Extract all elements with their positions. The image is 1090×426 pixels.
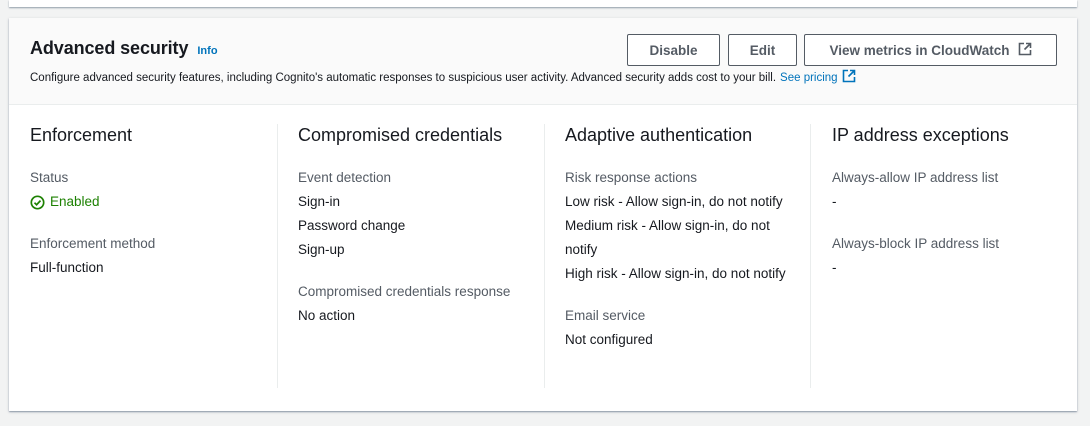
email-service-value: Not configured xyxy=(565,332,653,347)
credentials-response-label: Compromised credentials response xyxy=(298,284,511,299)
allow-list-label: Always-allow IP address list xyxy=(832,170,999,185)
risk-item: Medium risk - Allow sign-in, do not noti… xyxy=(565,218,770,257)
see-pricing-label: See pricing xyxy=(780,71,838,84)
risk-actions-label: Risk response actions xyxy=(565,170,698,185)
enforcement-title: Enforcement xyxy=(30,125,133,145)
event-detection-field: Event detection Sign-in Password change … xyxy=(298,166,544,262)
advanced-security-panel: Advanced security Info Configure advance… xyxy=(9,18,1077,411)
risk-actions-field: Risk response actions Low risk - Allow s… xyxy=(565,166,810,286)
description-text: Configure advanced security features, in… xyxy=(30,71,777,84)
risk-item: High risk - Allow sign-in, do not notify xyxy=(565,266,786,281)
check-circle-icon xyxy=(30,194,45,210)
panel-title: Advanced security xyxy=(30,38,189,58)
method-label: Enforcement method xyxy=(30,236,156,251)
status-badge: Enabled xyxy=(30,190,277,214)
credentials-response-value: No action xyxy=(298,308,356,323)
ip-title: IP address exceptions xyxy=(832,125,1009,145)
allow-list-field: Always-allow IP address list - xyxy=(832,166,1060,214)
disable-button[interactable]: Disable xyxy=(627,34,720,66)
method-value: Full-function xyxy=(30,260,104,275)
block-list-field: Always-block IP address list - xyxy=(832,232,1060,280)
see-pricing-link[interactable]: See pricing xyxy=(780,69,856,86)
block-list-value: - xyxy=(832,260,837,275)
external-link-icon xyxy=(842,69,856,86)
method-field: Enforcement method Full-function xyxy=(30,232,277,280)
adaptive-title: Adaptive authentication xyxy=(565,125,753,145)
email-service-field: Email service Not configured xyxy=(565,304,810,352)
edit-button[interactable]: Edit xyxy=(728,34,797,66)
event-item: Sign-up xyxy=(298,242,345,257)
email-service-label: Email service xyxy=(565,308,646,323)
info-link[interactable]: Info xyxy=(197,45,217,57)
event-detection-label: Event detection xyxy=(298,170,392,185)
enforcement-column: Enforcement Status Enabled Enforcement m… xyxy=(30,124,277,388)
event-item: Sign-in xyxy=(298,194,341,209)
compromised-title: Compromised credentials xyxy=(298,125,503,145)
title-row: Advanced security Info xyxy=(30,38,218,59)
status-label: Status xyxy=(30,170,69,185)
risk-item: Low risk - Allow sign-in, do not notify xyxy=(565,194,783,209)
block-list-label: Always-block IP address list xyxy=(832,236,1000,251)
status-value: Enabled xyxy=(50,194,100,209)
compromised-credentials-column: Compromised credentials Event detection … xyxy=(277,124,544,388)
status-field: Status Enabled xyxy=(30,166,277,214)
external-link-icon xyxy=(1018,42,1032,59)
allow-list-value: - xyxy=(832,194,837,209)
credentials-response-field: Compromised credentials response No acti… xyxy=(298,280,544,328)
ip-exceptions-column: IP address exceptions Always-allow IP ad… xyxy=(810,124,1060,388)
details-columns: Enforcement Status Enabled Enforcement m… xyxy=(9,124,1077,394)
view-metrics-button[interactable]: View metrics in CloudWatch xyxy=(804,34,1057,66)
adaptive-authentication-column: Adaptive authentication Risk response ac… xyxy=(544,124,810,388)
panel-description: Configure advanced security features, in… xyxy=(30,69,856,86)
panel-header: Advanced security Info Configure advance… xyxy=(9,18,1077,105)
view-metrics-label: View metrics in CloudWatch xyxy=(829,42,1010,58)
event-item: Password change xyxy=(298,218,406,233)
previous-panel xyxy=(9,0,1077,7)
